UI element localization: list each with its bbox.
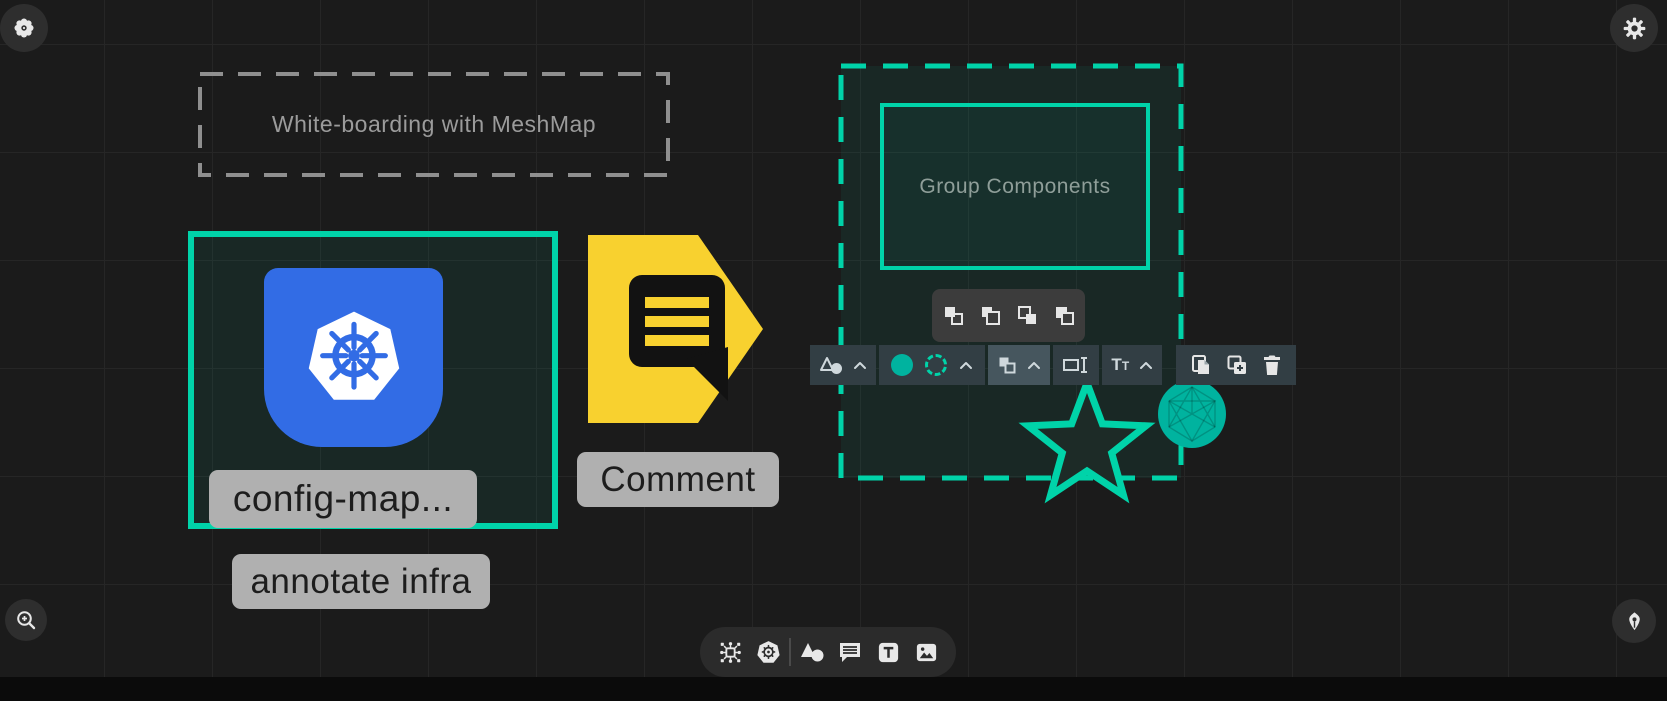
media-icon [914, 640, 939, 665]
copy-button[interactable] [1190, 354, 1212, 376]
shapes-icon [819, 355, 844, 375]
kubernetes-icon [755, 639, 782, 666]
sphere-shape[interactable] [1157, 379, 1227, 449]
zoom-button[interactable] [5, 599, 47, 641]
bring-to-front-icon [942, 304, 965, 327]
kubernetes-components-button[interactable] [751, 632, 785, 672]
chevron-up-icon [1027, 361, 1041, 370]
text-icon [876, 640, 901, 665]
whiteboard-note-label: White-boarding with MeshMap [198, 72, 670, 177]
arrange-menu [932, 289, 1085, 342]
media-tool-button[interactable] [909, 632, 943, 672]
chevron-up-icon [1139, 361, 1153, 370]
arrange-button[interactable] [988, 345, 1050, 385]
gear-icon [1622, 16, 1647, 41]
comment-tool-button[interactable] [833, 632, 867, 672]
arrange-layers-icon [997, 355, 1017, 375]
resize-width-button[interactable] [1053, 345, 1099, 385]
bring-forward-icon [979, 304, 1002, 327]
stroke-style-swatch[interactable] [925, 354, 947, 376]
mesh-components-button[interactable] [713, 632, 747, 672]
send-to-back-button[interactable] [1048, 298, 1080, 334]
fill-color-swatch[interactable] [891, 354, 913, 376]
trash-icon [1262, 354, 1282, 376]
chevron-up-icon [853, 361, 867, 370]
settings-button[interactable] [1610, 4, 1658, 52]
comment-shape[interactable] [588, 235, 763, 423]
group-components-shape[interactable]: Group Components [880, 103, 1150, 270]
kubernetes-logo-icon [296, 300, 412, 416]
shapes-icon [799, 640, 825, 664]
chevron-up-icon[interactable] [959, 361, 973, 370]
kubernetes-node-label[interactable]: config-map... [209, 470, 477, 528]
design-pen-button[interactable] [1612, 599, 1656, 643]
bottom-bar [0, 677, 1667, 701]
text-tool-button[interactable] [871, 632, 905, 672]
pen-nib-icon [1623, 610, 1646, 633]
comment-bubble-icon [837, 639, 863, 665]
send-backward-icon [1016, 304, 1039, 327]
text-format-button[interactable]: TT [1102, 345, 1162, 385]
kubernetes-node[interactable] [264, 268, 443, 447]
app-logo-button[interactable] [0, 4, 48, 52]
shapes-tool-button[interactable] [795, 632, 829, 672]
clipboard-section [1176, 345, 1296, 385]
flower-logo-icon [11, 15, 37, 41]
annotation-label[interactable]: annotate infra [232, 554, 490, 609]
format-toolbar: TT [810, 345, 1296, 385]
fill-stroke-section [879, 345, 985, 385]
comment-label[interactable]: Comment [577, 452, 779, 507]
send-to-back-icon [1053, 304, 1076, 327]
duplicate-plus-icon [1226, 354, 1248, 376]
duplicate-button[interactable] [1226, 354, 1248, 376]
shape-style-button[interactable] [810, 345, 876, 385]
text-format-icon: TT [1111, 355, 1129, 375]
bring-to-front-button[interactable] [937, 298, 969, 334]
resize-icon [1062, 355, 1090, 375]
dock-divider [789, 638, 791, 666]
tools-dock [700, 627, 956, 677]
meshmap-canvas[interactable]: { "canvas": { "whiteboard_note": { "labe… [0, 0, 1667, 701]
group-components-label: Group Components [919, 175, 1110, 199]
bring-forward-button[interactable] [974, 298, 1006, 334]
send-backward-button[interactable] [1011, 298, 1043, 334]
delete-button[interactable] [1262, 354, 1282, 376]
star-shape[interactable] [1017, 375, 1157, 515]
zoom-in-icon [15, 609, 37, 631]
copy-icon [1190, 354, 1212, 376]
mesh-chip-icon [717, 639, 744, 666]
